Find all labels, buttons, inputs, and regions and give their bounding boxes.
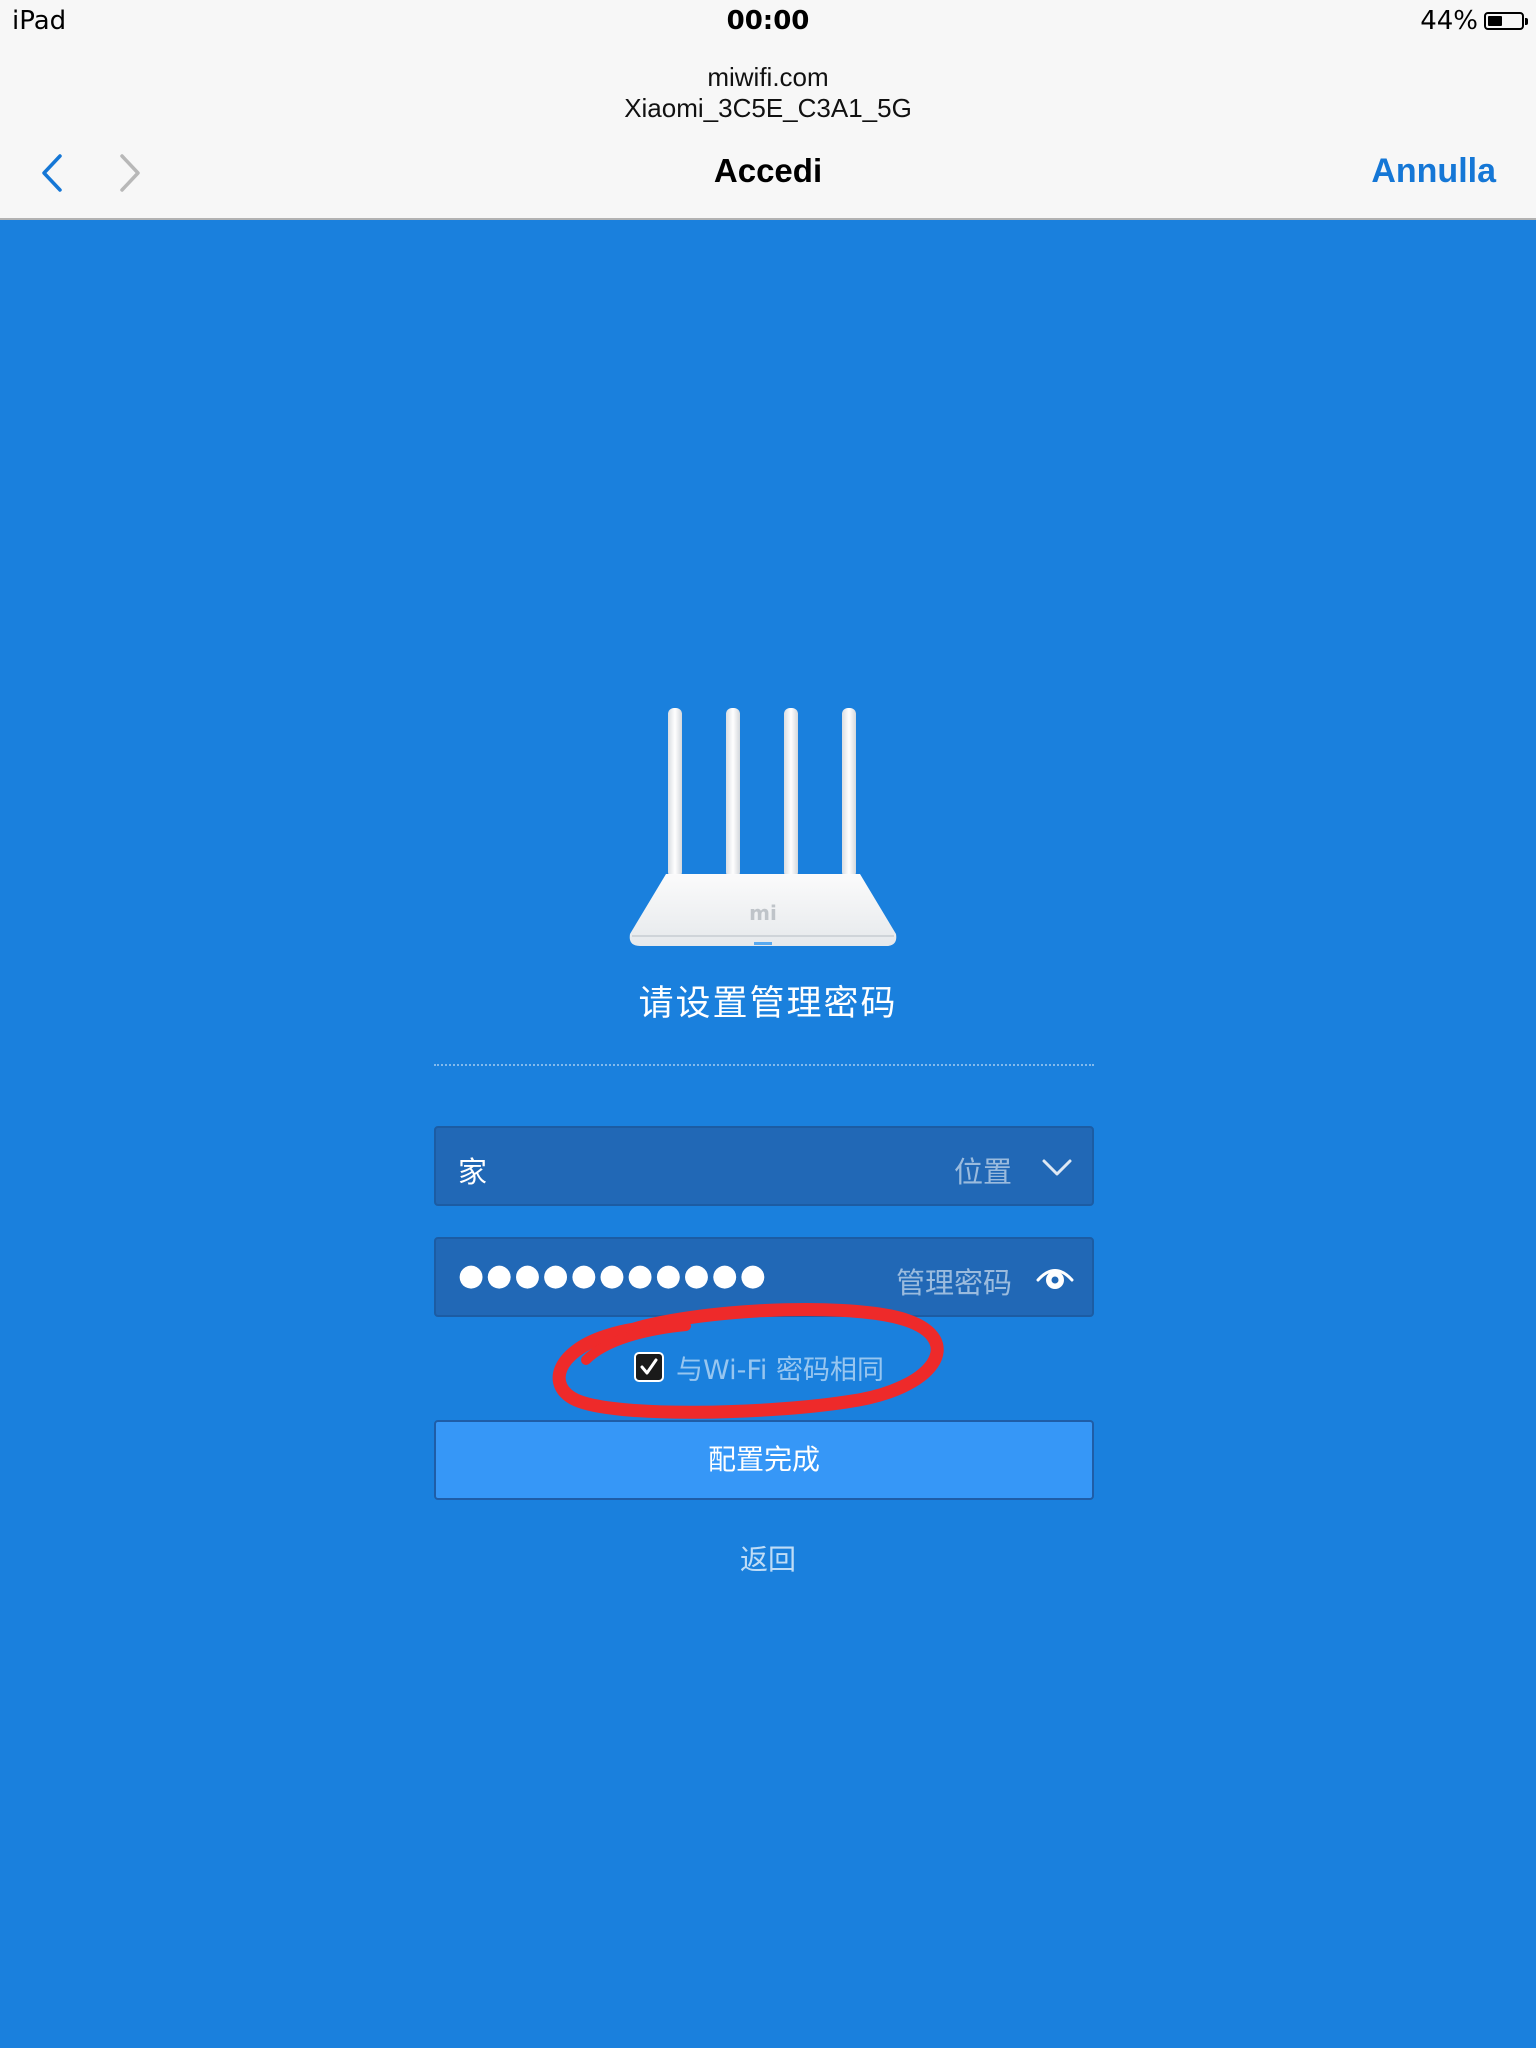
browser-header: iPad 00:00 44% miwifi.com Xiaomi_3C5E_C3… <box>0 0 1536 220</box>
battery-fill <box>1488 16 1502 26</box>
eye-icon[interactable] <box>1036 1263 1074 1293</box>
checkmark-icon <box>640 1358 658 1375</box>
battery-indicator: 44% <box>1420 6 1528 36</box>
screen: iPad 00:00 44% miwifi.com Xiaomi_3C5E_C3… <box>0 0 1536 2048</box>
battery-icon <box>1484 12 1528 30</box>
password-value: ●●●●●●●●●●● <box>458 1258 768 1293</box>
cancel-button[interactable]: Annulla <box>1371 152 1496 191</box>
network-name: Xiaomi_3C5E_C3A1_5G <box>624 93 912 123</box>
location-value: 家 <box>458 1155 488 1189</box>
router-logo: mi <box>749 901 777 925</box>
back-link[interactable]: 返回 <box>0 1538 1536 1578</box>
location-label: 位置 <box>953 1155 1012 1189</box>
admin-password-field[interactable]: ●●●●●●●●●●● 管理密码 <box>434 1237 1094 1317</box>
router-illustration: mi <box>629 708 897 946</box>
url-text: miwifi.com <box>707 62 829 92</box>
same-as-wifi-label: 与Wi-Fi 密码相同 <box>676 1354 884 1386</box>
status-time: 00:00 <box>726 6 810 36</box>
status-bar: iPad 00:00 44% <box>0 0 1536 40</box>
location-select[interactable]: 家 位置 <box>434 1126 1094 1206</box>
page-heading: 请设置管理密码 <box>638 984 898 1024</box>
page-title: Accedi <box>713 152 823 189</box>
password-label: 管理密码 <box>895 1266 1012 1300</box>
same-as-wifi-option[interactable]: 与Wi-Fi 密码相同 <box>634 1350 884 1386</box>
battery-percent: 44% <box>1420 6 1478 36</box>
same-as-wifi-checkbox[interactable] <box>634 1352 664 1382</box>
finish-config-button[interactable]: 配置完成 <box>434 1420 1094 1500</box>
chevron-down-icon <box>1042 1159 1072 1176</box>
divider <box>434 1064 1094 1066</box>
